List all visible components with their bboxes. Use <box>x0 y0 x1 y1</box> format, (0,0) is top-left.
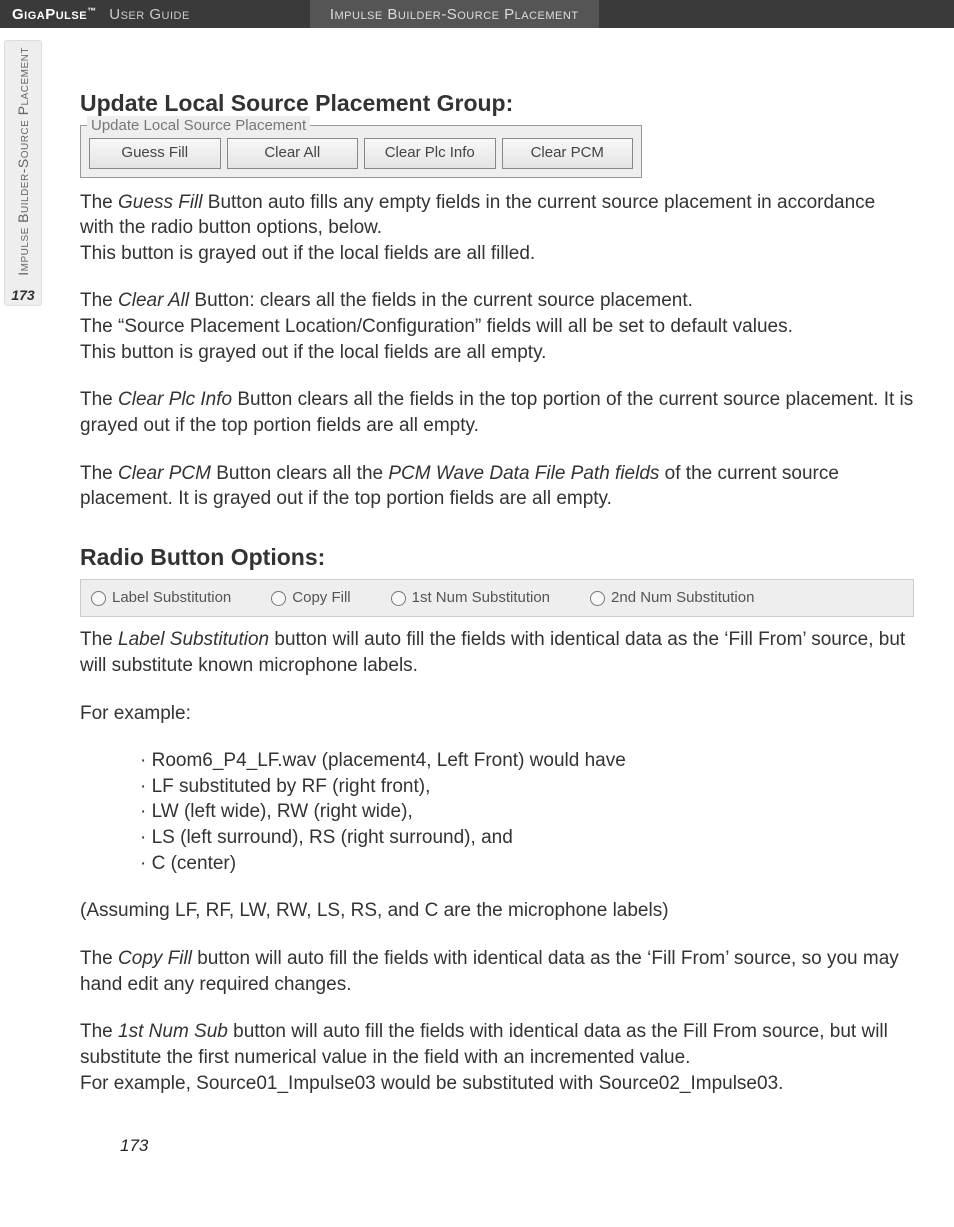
text: Button: clears all the fields in the cur… <box>189 290 693 311</box>
section-title-radio-options: Radio Button Options: <box>80 542 914 573</box>
side-tab-label: Impulse Builder-Source Placement <box>15 47 31 276</box>
guide-label: User Guide <box>109 6 190 23</box>
para-copy-fill: The Copy Fill button will auto fill the … <box>80 946 914 997</box>
section-title-update-group: Update Local Source Placement Group: <box>80 88 914 119</box>
list-item: LS (left surround), RS (right surround),… <box>140 825 914 851</box>
em-1st-num: 1st Num Sub <box>118 1021 228 1042</box>
radio-1st-num-sub[interactable]: 1st Num Substitution <box>391 588 550 608</box>
em-clear-pcm: Clear PCM <box>118 463 211 484</box>
text: This button is grayed out if the local f… <box>80 342 546 363</box>
brand-name: GigaPulse™ User Guide <box>0 6 190 23</box>
page-content: Update Local Source Placement Group: Upd… <box>80 88 914 1096</box>
text: The <box>80 1021 118 1042</box>
text: The <box>80 629 118 650</box>
radio-2nd-num-sub[interactable]: 2nd Num Substitution <box>590 588 754 608</box>
text: This button is grayed out if the local f… <box>80 243 535 264</box>
radio-text: 2nd Num Substitution <box>611 588 754 608</box>
text: The <box>80 290 118 311</box>
para-clear-plc: The Clear Plc Info Button clears all the… <box>80 387 914 438</box>
text: The <box>80 192 118 213</box>
guess-fill-button[interactable]: Guess Fill <box>89 138 221 168</box>
em-guess-fill: Guess Fill <box>118 192 202 213</box>
header-section: Impulse Builder-Source Placement <box>310 0 599 28</box>
para-guess-fill: The Guess Fill Button auto fills any emp… <box>80 190 914 267</box>
em-clear-all: Clear All <box>118 290 189 311</box>
header-bar: GigaPulse™ User Guide Impulse Builder-So… <box>0 0 954 28</box>
em-clear-plc: Clear Plc Info <box>118 389 232 410</box>
em-pcm-wave: PCM Wave Data File Path fields <box>388 463 659 484</box>
para-assuming: (Assuming LF, RF, LW, RW, LS, RS, and C … <box>80 898 914 924</box>
brand-text: GigaPulse <box>12 6 87 23</box>
text: The “Source Placement Location/Configura… <box>80 316 793 337</box>
text: button will auto fill the fields with id… <box>80 948 899 995</box>
text: For example, Source01_Impulse03 would be… <box>80 1073 783 1094</box>
clear-all-button[interactable]: Clear All <box>227 138 359 168</box>
fieldset-legend: Update Local Source Placement <box>87 116 310 136</box>
para-clear-pcm: The Clear PCM Button clears all the PCM … <box>80 461 914 512</box>
list-item: LF substituted by RF (right front), <box>140 774 914 800</box>
radio-label-substitution[interactable]: Label Substitution <box>91 588 231 608</box>
list-item: LW (left wide), RW (right wide), <box>140 799 914 825</box>
para-clear-all: The Clear All Button: clears all the fie… <box>80 288 914 365</box>
clear-pcm-button[interactable]: Clear PCM <box>502 138 634 168</box>
text: The <box>80 463 118 484</box>
text: The <box>80 948 118 969</box>
text: Button clears all the <box>211 463 388 484</box>
radio-text: 1st Num Substitution <box>412 588 550 608</box>
side-tab-page: 173 <box>7 287 39 303</box>
para-label-sub: The Label Substitution button will auto … <box>80 627 914 678</box>
side-tab: Impulse Builder-Source Placement 173 <box>4 40 42 306</box>
radio-icon <box>590 591 605 606</box>
radio-icon <box>91 591 106 606</box>
em-copy-fill: Copy Fill <box>118 948 192 969</box>
em-label-sub: Label Substitution <box>118 629 269 650</box>
list-item: Room6_P4_LF.wav (placement4, Left Front)… <box>140 748 914 774</box>
radio-copy-fill[interactable]: Copy Fill <box>271 588 350 608</box>
para-for-example: For example: <box>80 701 914 727</box>
radio-icon <box>391 591 406 606</box>
radio-text: Copy Fill <box>292 588 350 608</box>
clear-plc-info-button[interactable]: Clear Plc Info <box>364 138 496 168</box>
tm-symbol: ™ <box>87 6 97 16</box>
example-bullet-list: Room6_P4_LF.wav (placement4, Left Front)… <box>80 748 914 876</box>
text: The <box>80 389 118 410</box>
radio-options-row: Label Substitution Copy Fill 1st Num Sub… <box>80 579 914 617</box>
footer-page-number: 173 <box>120 1136 954 1176</box>
radio-text: Label Substitution <box>112 588 231 608</box>
update-local-source-fieldset: Update Local Source Placement Guess Fill… <box>80 125 642 178</box>
radio-icon <box>271 591 286 606</box>
para-1st-num-sub: The 1st Num Sub button will auto fill th… <box>80 1019 914 1096</box>
button-row: Guess Fill Clear All Clear Plc Info Clea… <box>81 138 641 176</box>
list-item: C (center) <box>140 851 914 877</box>
